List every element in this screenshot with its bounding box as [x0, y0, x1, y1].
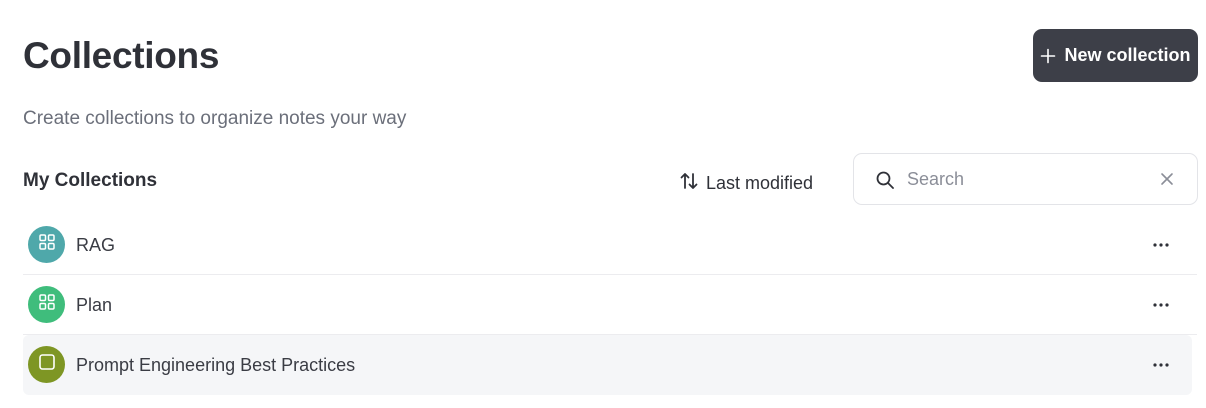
search-box — [853, 153, 1198, 205]
more-options-icon[interactable] — [1149, 353, 1173, 377]
plus-icon — [1040, 48, 1056, 64]
collections-page: Collections Create collections to organi… — [0, 0, 1206, 408]
collection-row[interactable]: Prompt Engineering Best Practices — [23, 335, 1192, 395]
grid-icon — [38, 233, 56, 256]
collection-name: RAG — [76, 235, 116, 255]
page-subtitle: Create collections to organize notes you… — [23, 108, 407, 129]
search-input[interactable] — [907, 166, 1147, 192]
page-title: Collections — [23, 35, 220, 76]
collection-name: Prompt Engineering Best Practices — [76, 355, 356, 375]
collection-row[interactable]: RAG — [23, 215, 1197, 275]
more-options-icon[interactable] — [1149, 233, 1173, 257]
collection-badge — [28, 286, 65, 323]
search-icon — [875, 170, 895, 195]
more-options-icon[interactable] — [1149, 293, 1173, 317]
collection-row[interactable]: Plan — [23, 275, 1197, 335]
collections-list: RAG Plan Prompt Engineering Best Practic… — [23, 215, 1197, 395]
collection-name: Plan — [76, 295, 113, 315]
collection-badge — [28, 346, 65, 383]
new-collection-button[interactable]: New collection — [1033, 29, 1198, 82]
collection-badge — [28, 226, 65, 263]
close-icon[interactable] — [1159, 171, 1175, 192]
sort-arrows-icon — [678, 170, 700, 197]
sort-label: Last modified — [706, 172, 814, 193]
new-collection-label: New collection — [1064, 45, 1191, 65]
grid-icon — [38, 293, 56, 316]
section-title: My Collections — [23, 170, 158, 191]
square-icon — [38, 353, 56, 376]
sort-button[interactable]: Last modified — [678, 170, 813, 196]
